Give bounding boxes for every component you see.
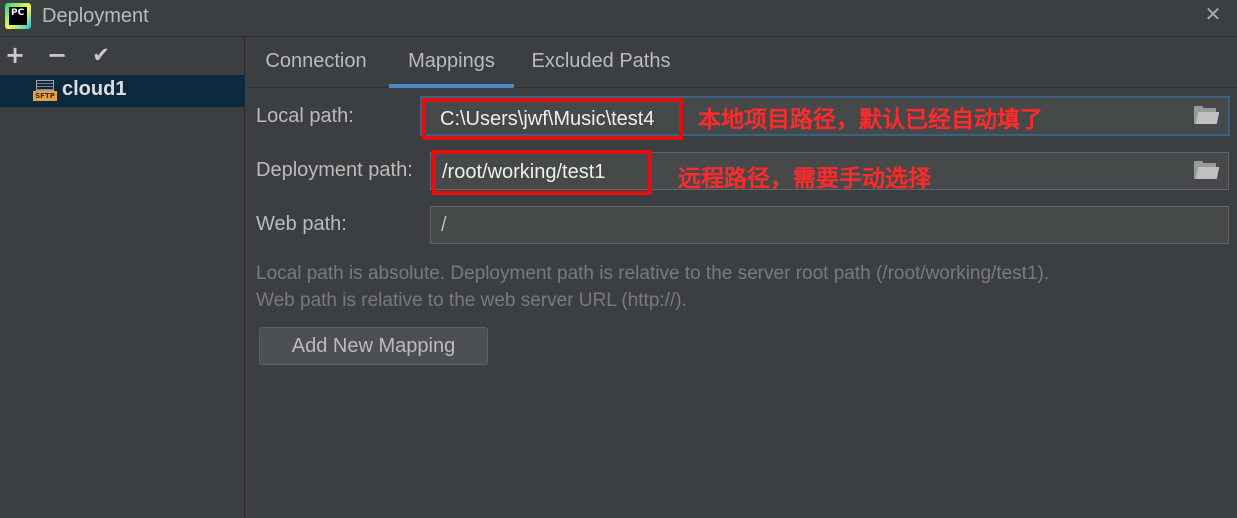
tab-bar: Connection Mappings Excluded Paths [246, 37, 1237, 88]
deployment-dialog: PC Deployment ✕ + − ✔ SFTP cloud1 Connec… [0, 0, 1237, 518]
sftp-icon-label: SFTP [33, 91, 57, 101]
local-path-annotation: 本地项目路径，默认已经自动填了 [698, 107, 1043, 133]
hint-web-path: Web path is relative to the web server U… [256, 290, 687, 311]
hint-local-path: Local path is absolute. Deployment path … [256, 263, 1050, 284]
web-path-field[interactable]: / [430, 206, 1229, 244]
browse-folder-icon[interactable] [1194, 106, 1220, 124]
remove-server-icon[interactable]: − [44, 42, 70, 68]
web-path-label: Web path: [256, 213, 347, 235]
deployment-path-value: /root/working/test1 [442, 161, 606, 183]
server-toolbar: + − ✔ [0, 37, 244, 75]
app-icon-label: PC [9, 7, 27, 25]
local-path-value: C:\Users\jwf\Music\test4 [440, 108, 655, 130]
deployment-path-label: Deployment path: [256, 159, 413, 181]
local-path-highlight: C:\Users\jwf\Music\test4 [422, 98, 683, 140]
sftp-server-icon: SFTP [33, 79, 57, 103]
title-bar: PC Deployment ✕ [0, 0, 1237, 37]
deployment-path-highlight: /root/working/test1 [432, 150, 652, 195]
local-path-label: Local path: [256, 105, 354, 127]
add-server-icon[interactable]: + [2, 42, 28, 68]
close-icon[interactable]: ✕ [1203, 4, 1223, 24]
browse-folder-icon[interactable] [1194, 161, 1220, 179]
add-new-mapping-button[interactable]: Add New Mapping [259, 327, 488, 365]
window-title: Deployment [42, 5, 149, 27]
settings-panel: Connection Mappings Excluded Paths Local… [246, 37, 1237, 518]
tab-connection[interactable]: Connection [246, 37, 386, 88]
tab-mappings[interactable]: Mappings [389, 37, 514, 88]
tab-excluded-paths[interactable]: Excluded Paths [518, 37, 684, 88]
server-list-item[interactable]: SFTP cloud1 [0, 75, 245, 107]
pycharm-icon: PC [5, 3, 31, 29]
server-name: cloud1 [62, 78, 127, 100]
server-list-panel: + − ✔ SFTP cloud1 [0, 37, 245, 518]
set-default-check-icon[interactable]: ✔ [88, 42, 114, 68]
deployment-path-annotation: 远程路径，需要手动选择 [678, 166, 931, 192]
